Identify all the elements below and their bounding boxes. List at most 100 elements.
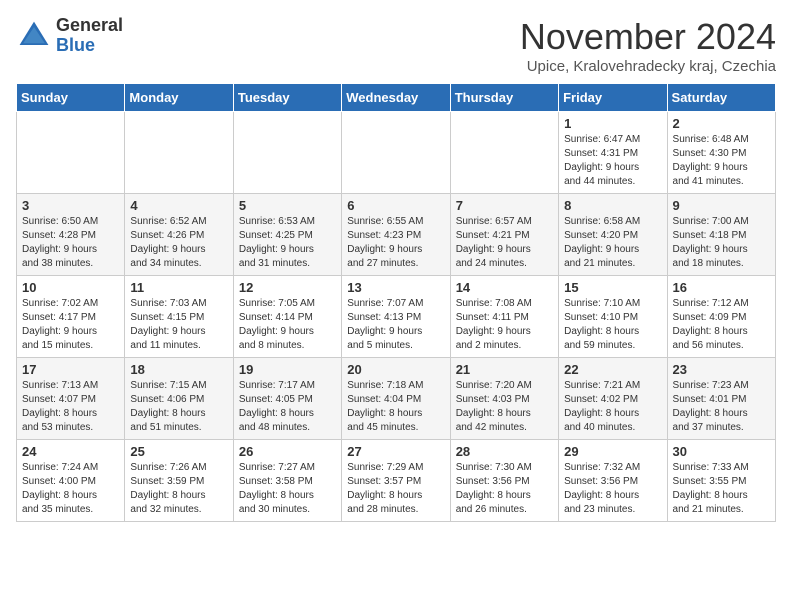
day-number: 1	[564, 116, 661, 131]
day-header-friday: Friday	[559, 84, 667, 112]
calendar-cell: 20 Sunrise: 7:18 AM Sunset: 4:04 PM Dayli…	[342, 358, 450, 440]
calendar-cell: 29Sunrise: 7:32 AM Sunset: 3:56 PM Dayli…	[559, 440, 667, 522]
calendar-cell: 30Sunrise: 7:33 AM Sunset: 3:55 PM Dayli…	[667, 440, 775, 522]
day-number: 7	[456, 198, 553, 213]
day-number: 12	[239, 280, 336, 295]
calendar-cell: 26 Sunrise: 7:27 AM Sunset: 3:58 PM Dayli…	[233, 440, 341, 522]
day-number: 11	[130, 280, 227, 295]
calendar-cell: 25 Sunrise: 7:26 AM Sunset: 3:59 PM Dayli…	[125, 440, 233, 522]
day-info: Sunrise: 7:12 AM Sunset: 4:09 PM Dayligh…	[673, 297, 770, 353]
day-info: Sunrise: 7:08 AM Sunset: 4:11 PM Dayligh…	[456, 297, 553, 353]
day-number: 25	[130, 444, 227, 459]
day-info: Sunrise: 6:50 AM Sunset: 4:28 PM Dayligh…	[22, 215, 119, 271]
day-info: Sunrise: 7:15 AM Sunset: 4:06 PM Dayligh…	[130, 379, 227, 435]
calendar-cell	[342, 112, 450, 194]
day-info: Sunrise: 7:27 AM Sunset: 3:58 PM Dayligh…	[239, 461, 336, 517]
day-info: Sunrise: 6:57 AM Sunset: 4:21 PM Dayligh…	[456, 215, 553, 271]
day-info: Sunrise: 7:07 AM Sunset: 4:13 PM Dayligh…	[347, 297, 444, 353]
day-number: 19	[239, 362, 336, 377]
day-info: Sunrise: 7:24 AM Sunset: 4:00 PM Dayligh…	[22, 461, 119, 517]
day-number: 5	[239, 198, 336, 213]
day-header-wednesday: Wednesday	[342, 84, 450, 112]
day-number: 9	[673, 198, 770, 213]
day-info: Sunrise: 6:47 AM Sunset: 4:31 PM Dayligh…	[564, 133, 661, 189]
calendar-cell: 7 Sunrise: 6:57 AM Sunset: 4:21 PM Daylig…	[450, 194, 558, 276]
day-number: 15	[564, 280, 661, 295]
day-info: Sunrise: 7:02 AM Sunset: 4:17 PM Dayligh…	[22, 297, 119, 353]
day-info: Sunrise: 7:23 AM Sunset: 4:01 PM Dayligh…	[673, 379, 770, 435]
calendar-cell: 24 Sunrise: 7:24 AM Sunset: 4:00 PM Dayli…	[17, 440, 125, 522]
day-header-sunday: Sunday	[17, 84, 125, 112]
week-row-0: 1 Sunrise: 6:47 AM Sunset: 4:31 PM Daylig…	[17, 112, 776, 194]
calendar-cell: 27 Sunrise: 7:29 AM Sunset: 3:57 PM Dayli…	[342, 440, 450, 522]
calendar-cell: 13Sunrise: 7:07 AM Sunset: 4:13 PM Dayli…	[342, 276, 450, 358]
calendar-cell: 16Sunrise: 7:12 AM Sunset: 4:09 PM Dayli…	[667, 276, 775, 358]
day-number: 24	[22, 444, 119, 459]
week-row-1: 3 Sunrise: 6:50 AM Sunset: 4:28 PM Daylig…	[17, 194, 776, 276]
calendar-cell: 6 Sunrise: 6:55 AM Sunset: 4:23 PM Daylig…	[342, 194, 450, 276]
month-title: November 2024	[520, 16, 776, 58]
calendar-cell: 18 Sunrise: 7:15 AM Sunset: 4:06 PM Dayli…	[125, 358, 233, 440]
calendar-cell: 4 Sunrise: 6:52 AM Sunset: 4:26 PM Daylig…	[125, 194, 233, 276]
day-header-tuesday: Tuesday	[233, 84, 341, 112]
location-title: Upice, Kralovehradecky kraj, Czechia	[520, 58, 776, 75]
day-info: Sunrise: 7:05 AM Sunset: 4:14 PM Dayligh…	[239, 297, 336, 353]
day-info: Sunrise: 6:58 AM Sunset: 4:20 PM Dayligh…	[564, 215, 661, 271]
calendar-cell: 8 Sunrise: 6:58 AM Sunset: 4:20 PM Daylig…	[559, 194, 667, 276]
calendar-cell: 10Sunrise: 7:02 AM Sunset: 4:17 PM Dayli…	[17, 276, 125, 358]
logo: General Blue	[16, 16, 123, 56]
calendar-cell: 3 Sunrise: 6:50 AM Sunset: 4:28 PM Daylig…	[17, 194, 125, 276]
calendar-cell: 5 Sunrise: 6:53 AM Sunset: 4:25 PM Daylig…	[233, 194, 341, 276]
day-number: 20	[347, 362, 444, 377]
calendar-cell: 19 Sunrise: 7:17 AM Sunset: 4:05 PM Dayli…	[233, 358, 341, 440]
day-number: 2	[673, 116, 770, 131]
day-number: 17	[22, 362, 119, 377]
calendar-cell	[450, 112, 558, 194]
day-header-saturday: Saturday	[667, 84, 775, 112]
calendar-cell	[125, 112, 233, 194]
day-info: Sunrise: 7:26 AM Sunset: 3:59 PM Dayligh…	[130, 461, 227, 517]
day-info: Sunrise: 7:18 AM Sunset: 4:04 PM Dayligh…	[347, 379, 444, 435]
calendar-cell: 11 Sunrise: 7:03 AM Sunset: 4:15 PM Dayli…	[125, 276, 233, 358]
day-info: Sunrise: 7:32 AM Sunset: 3:56 PM Dayligh…	[564, 461, 661, 517]
day-number: 4	[130, 198, 227, 213]
calendar-table: SundayMondayTuesdayWednesdayThursdayFrid…	[16, 83, 776, 522]
logo-text: General Blue	[56, 16, 123, 56]
day-info: Sunrise: 6:52 AM Sunset: 4:26 PM Dayligh…	[130, 215, 227, 271]
day-info: Sunrise: 7:10 AM Sunset: 4:10 PM Dayligh…	[564, 297, 661, 353]
day-number: 28	[456, 444, 553, 459]
day-header-thursday: Thursday	[450, 84, 558, 112]
calendar-cell: 9 Sunrise: 7:00 AM Sunset: 4:18 PM Daylig…	[667, 194, 775, 276]
calendar-cell: 12 Sunrise: 7:05 AM Sunset: 4:14 PM Dayli…	[233, 276, 341, 358]
calendar-header-row: SundayMondayTuesdayWednesdayThursdayFrid…	[17, 84, 776, 112]
day-number: 26	[239, 444, 336, 459]
day-number: 3	[22, 198, 119, 213]
calendar-cell: 21Sunrise: 7:20 AM Sunset: 4:03 PM Dayli…	[450, 358, 558, 440]
logo-blue-text: Blue	[56, 36, 123, 56]
calendar-cell: 28 Sunrise: 7:30 AM Sunset: 3:56 PM Dayli…	[450, 440, 558, 522]
week-row-3: 17 Sunrise: 7:13 AM Sunset: 4:07 PM Dayli…	[17, 358, 776, 440]
logo-general-text: General	[56, 16, 123, 36]
day-number: 6	[347, 198, 444, 213]
day-info: Sunrise: 6:55 AM Sunset: 4:23 PM Dayligh…	[347, 215, 444, 271]
day-info: Sunrise: 7:03 AM Sunset: 4:15 PM Dayligh…	[130, 297, 227, 353]
day-number: 14	[456, 280, 553, 295]
calendar-cell: 15 Sunrise: 7:10 AM Sunset: 4:10 PM Dayli…	[559, 276, 667, 358]
day-info: Sunrise: 7:13 AM Sunset: 4:07 PM Dayligh…	[22, 379, 119, 435]
calendar-cell: 23Sunrise: 7:23 AM Sunset: 4:01 PM Dayli…	[667, 358, 775, 440]
day-number: 18	[130, 362, 227, 377]
day-number: 22	[564, 362, 661, 377]
day-number: 8	[564, 198, 661, 213]
day-header-monday: Monday	[125, 84, 233, 112]
day-info: Sunrise: 7:33 AM Sunset: 3:55 PM Dayligh…	[673, 461, 770, 517]
calendar-cell: 14 Sunrise: 7:08 AM Sunset: 4:11 PM Dayli…	[450, 276, 558, 358]
title-section: November 2024 Upice, Kralovehradecky kra…	[520, 16, 776, 75]
day-info: Sunrise: 7:29 AM Sunset: 3:57 PM Dayligh…	[347, 461, 444, 517]
day-number: 27	[347, 444, 444, 459]
day-info: Sunrise: 7:30 AM Sunset: 3:56 PM Dayligh…	[456, 461, 553, 517]
day-info: Sunrise: 7:17 AM Sunset: 4:05 PM Dayligh…	[239, 379, 336, 435]
calendar-cell: 2 Sunrise: 6:48 AM Sunset: 4:30 PM Daylig…	[667, 112, 775, 194]
day-info: Sunrise: 6:48 AM Sunset: 4:30 PM Dayligh…	[673, 133, 770, 189]
day-info: Sunrise: 7:00 AM Sunset: 4:18 PM Dayligh…	[673, 215, 770, 271]
day-info: Sunrise: 6:53 AM Sunset: 4:25 PM Dayligh…	[239, 215, 336, 271]
